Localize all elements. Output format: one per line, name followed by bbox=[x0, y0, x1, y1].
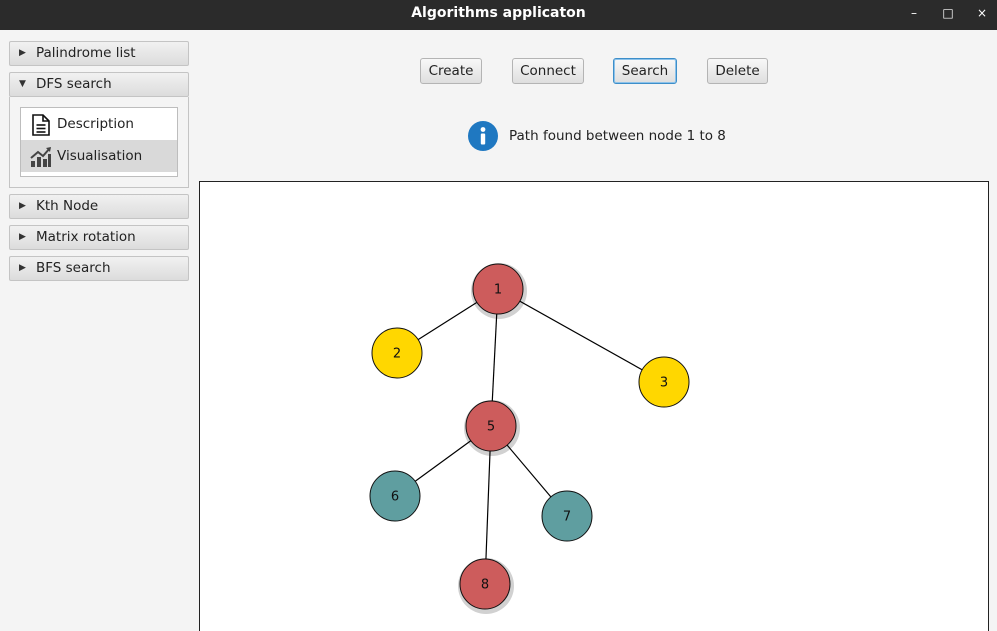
section-matrix-rotation[interactable]: ▶ Matrix rotation bbox=[9, 225, 189, 250]
chevron-right-icon: ▶ bbox=[19, 201, 26, 211]
node-label: 5 bbox=[487, 420, 495, 435]
search-button[interactable]: Search bbox=[613, 58, 677, 84]
chart-icon bbox=[30, 147, 51, 167]
chevron-right-icon: ▶ bbox=[19, 48, 26, 58]
section-label: DFS search bbox=[36, 76, 112, 92]
maximize-button[interactable]: □ bbox=[938, 4, 958, 22]
chevron-down-icon: ▼ bbox=[19, 79, 26, 89]
graph-node-1[interactable]: 1 bbox=[471, 263, 527, 319]
close-icon: × bbox=[976, 6, 988, 20]
node-label: 2 bbox=[393, 347, 401, 362]
section-label: Kth Node bbox=[36, 198, 99, 214]
graph-svg: 1 2 3 5 6 7 8 bbox=[369, 263, 690, 614]
connect-button[interactable]: Connect bbox=[512, 58, 584, 84]
dfs-options-list: Description Visualisation bbox=[20, 107, 178, 177]
section-label: BFS search bbox=[36, 260, 111, 276]
chevron-right-icon: ▶ bbox=[19, 263, 26, 273]
title-bar: Algorithms applicaton – □ × bbox=[0, 0, 997, 30]
minimize-button[interactable]: – bbox=[904, 4, 924, 22]
minimize-icon: – bbox=[911, 6, 917, 20]
list-item-visualisation[interactable]: Visualisation bbox=[21, 140, 177, 172]
graph-node-2[interactable]: 2 bbox=[371, 327, 423, 379]
graph-node-7[interactable]: 7 bbox=[541, 490, 593, 542]
node-label: 1 bbox=[494, 283, 502, 298]
section-palindrome-list[interactable]: ▶ Palindrome list bbox=[9, 41, 189, 66]
section-label: Palindrome list bbox=[36, 45, 136, 61]
list-item-label: Visualisation bbox=[57, 148, 143, 164]
node-label: 7 bbox=[563, 510, 571, 525]
maximize-icon: □ bbox=[942, 6, 954, 20]
chevron-right-icon: ▶ bbox=[19, 232, 26, 242]
create-button[interactable]: Create bbox=[420, 58, 482, 84]
window-title: Algorithms applicaton bbox=[411, 5, 586, 21]
delete-button[interactable]: Delete bbox=[707, 58, 768, 84]
status-text: Path found between node 1 to 8 bbox=[509, 128, 726, 144]
node-label: 6 bbox=[391, 490, 399, 505]
section-bfs-search[interactable]: ▶ BFS search bbox=[9, 256, 189, 281]
section-dfs-search[interactable]: ▼ DFS search bbox=[9, 72, 189, 97]
section-kth-node[interactable]: ▶ Kth Node bbox=[9, 194, 189, 219]
graph-node-6[interactable]: 6 bbox=[369, 470, 421, 522]
sidebar: ▶ Palindrome list ▼ DFS search Descripti… bbox=[0, 30, 198, 631]
list-item-label: Description bbox=[57, 116, 134, 132]
document-icon bbox=[32, 114, 50, 136]
list-item-description[interactable]: Description bbox=[21, 108, 177, 140]
info-icon bbox=[468, 121, 498, 151]
graph-node-5[interactable]: 5 bbox=[464, 400, 520, 456]
node-label: 8 bbox=[481, 578, 489, 593]
graph-node-3[interactable]: 3 bbox=[638, 356, 690, 408]
close-button[interactable]: × bbox=[972, 4, 992, 22]
graph-canvas[interactable]: 1 2 3 5 6 7 8 bbox=[199, 181, 989, 631]
graph-node-8[interactable]: 8 bbox=[458, 558, 514, 614]
node-label: 3 bbox=[660, 376, 668, 391]
dfs-section-body: Description Visualisation bbox=[9, 97, 189, 188]
section-label: Matrix rotation bbox=[36, 229, 136, 245]
